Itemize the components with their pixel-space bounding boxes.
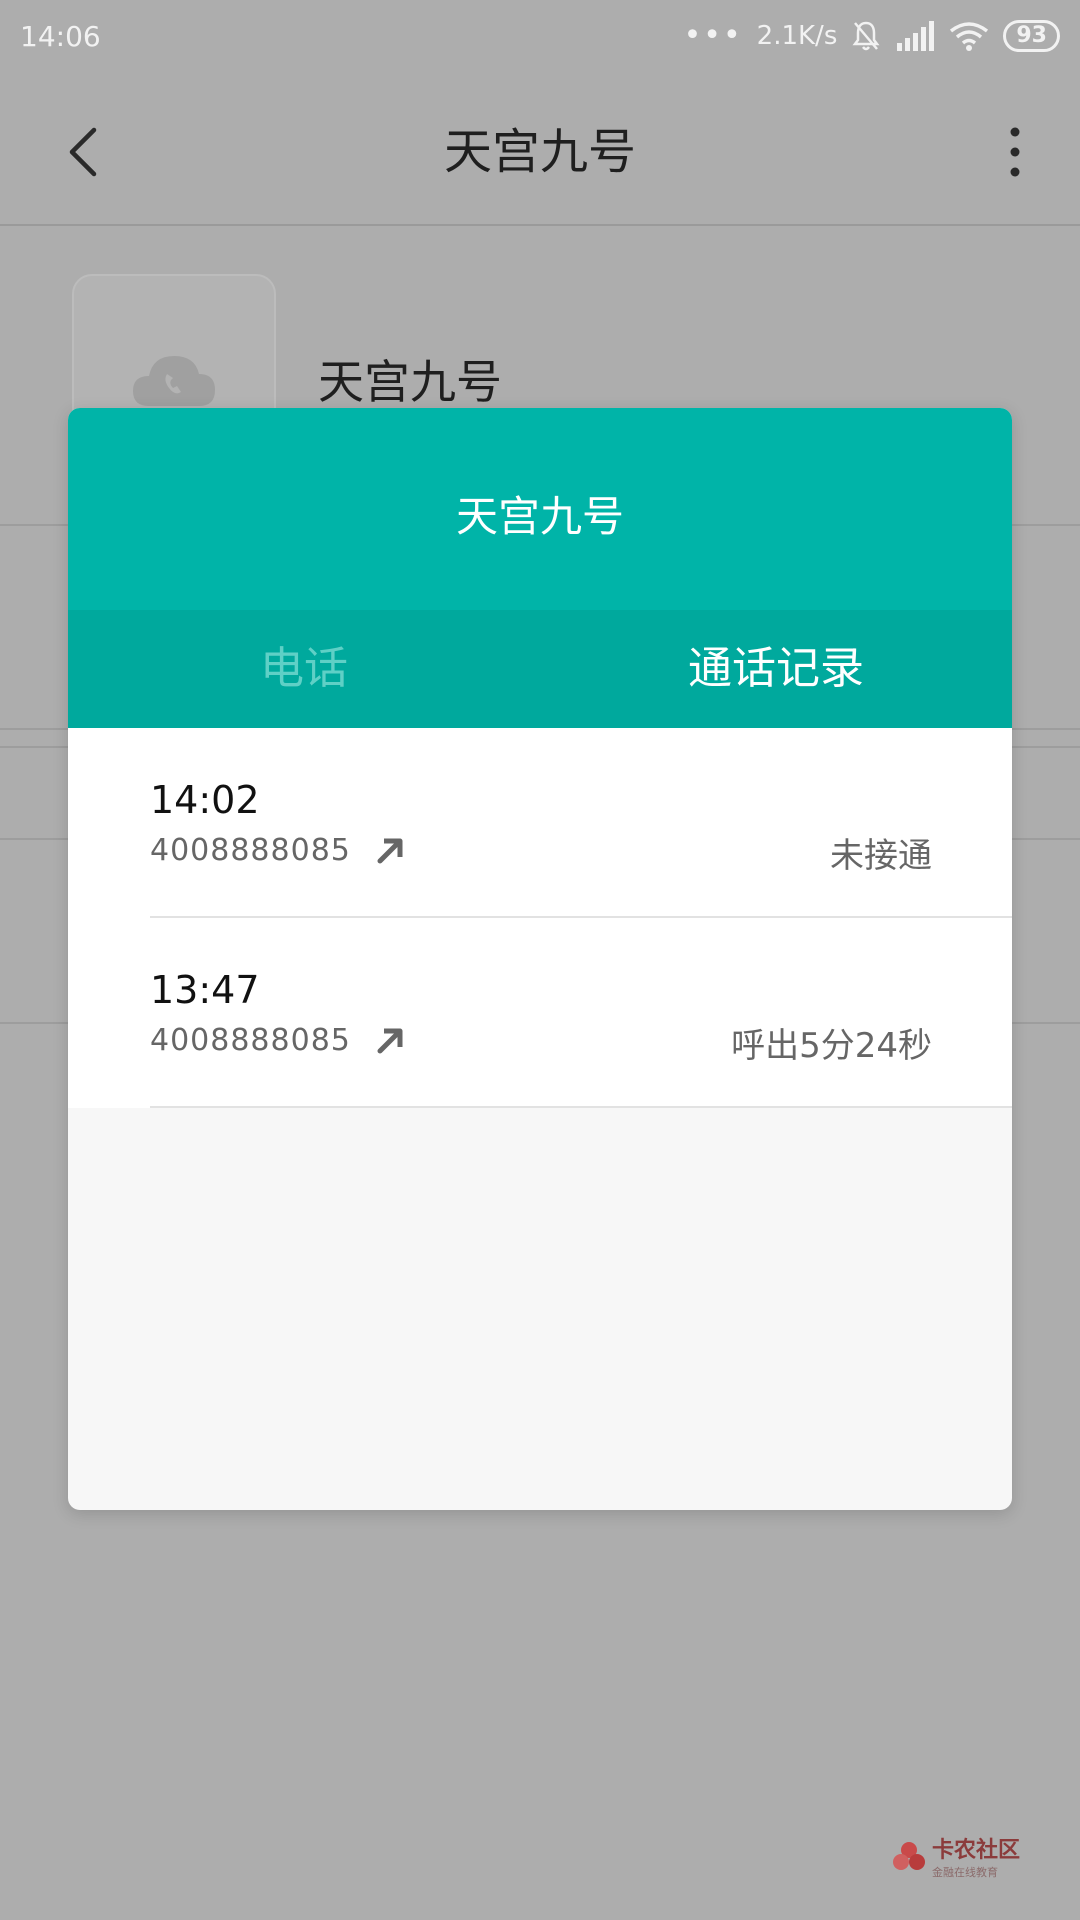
page-title: 天宫九号: [443, 124, 636, 180]
call-history-list: 14:02 4008888085 未接通 13:47 4008888085 呼出…: [68, 728, 1012, 1108]
call-history-item[interactable]: 14:02 4008888085 未接通: [68, 728, 1012, 918]
tab-call-history[interactable]: 通话记录: [540, 610, 1012, 728]
status-time: 14:06: [20, 20, 101, 53]
call-number: 4008888085: [150, 1023, 351, 1058]
call-status: 未接通: [830, 836, 932, 876]
signal-icon: [897, 20, 935, 51]
watermark-main-text: 卡农社区: [931, 1838, 1020, 1863]
more-options-icon[interactable]: [1000, 122, 1030, 182]
call-number: 4008888085: [150, 833, 351, 868]
dialog-tabs: 电话 通话记录: [68, 610, 1012, 728]
call-number-row: 4008888085: [150, 833, 405, 868]
call-number-row: 4008888085: [150, 1023, 405, 1058]
app-bar: 天宫九号: [0, 72, 1080, 224]
network-speed: 2.1K/s: [756, 20, 838, 51]
cloud-phone-icon: [133, 356, 215, 406]
call-history-item[interactable]: 13:47 4008888085 呼出5分24秒: [68, 918, 1012, 1108]
contact-dialog: 天宫九号 电话 通话记录 14:02 4008888085 未接通 13:47 …: [68, 408, 1012, 1510]
outgoing-arrow-icon: [377, 1028, 403, 1053]
call-divider: [150, 1106, 1012, 1108]
dialog-title: 天宫九号: [455, 492, 624, 541]
battery-level: 93: [1003, 19, 1060, 52]
call-status: 呼出5分24秒: [731, 1026, 932, 1066]
bell-muted-icon: [852, 21, 880, 50]
tab-phone[interactable]: 电话: [68, 610, 540, 728]
status-bar: 14:06 ••• 2.1K/s 93: [0, 0, 1080, 72]
outgoing-arrow-icon: [377, 838, 403, 863]
watermark-sub-text: 金融在线教育: [931, 1866, 998, 1879]
watermark: 卡农社区 金融在线教育: [892, 1832, 1020, 1880]
wifi-icon: [950, 21, 989, 51]
watermark-text: 卡农社区 金融在线教育: [932, 1832, 1020, 1880]
more-notifications-icon: •••: [683, 18, 743, 53]
call-time: 13:47: [150, 968, 260, 1012]
contact-name: 天宫九号: [318, 355, 502, 409]
status-icons: ••• 2.1K/s 93: [684, 18, 1060, 53]
dialog-header: 天宫九号: [68, 408, 1012, 610]
watermark-logo-icon: [892, 1842, 925, 1870]
call-time: 14:02: [150, 778, 260, 822]
